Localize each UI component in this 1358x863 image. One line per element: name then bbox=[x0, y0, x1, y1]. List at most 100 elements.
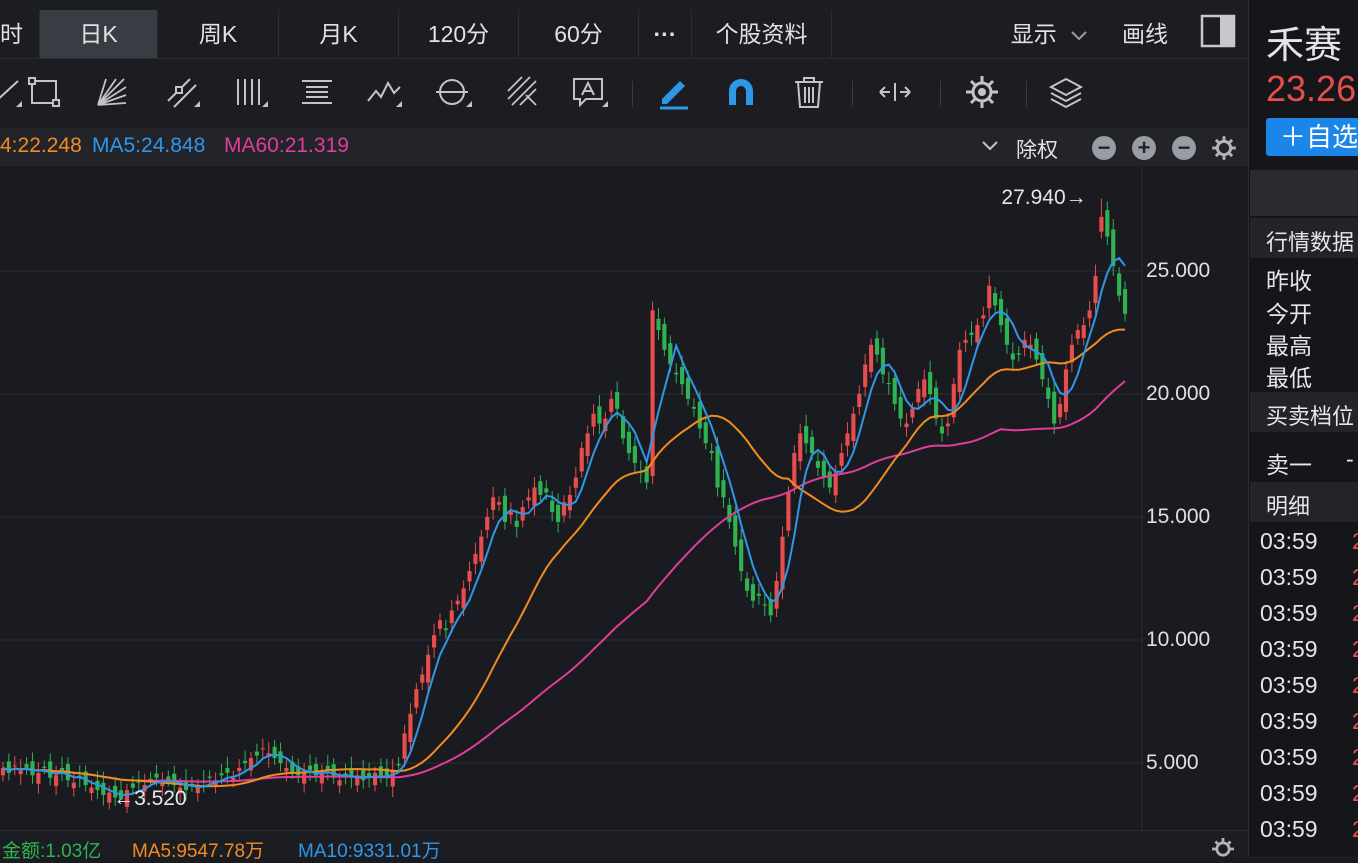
panel-tab-strip[interactable] bbox=[1250, 170, 1358, 216]
fan-icon[interactable] bbox=[92, 73, 130, 111]
candle-body bbox=[1016, 353, 1021, 355]
zoom-out-icon[interactable]: − bbox=[1092, 136, 1116, 160]
candle-body bbox=[591, 413, 596, 427]
candlestick bbox=[874, 330, 880, 363]
parallel-line-icon[interactable] bbox=[162, 73, 200, 111]
trade-price: 2 bbox=[1352, 636, 1358, 663]
candle-body bbox=[420, 674, 425, 683]
settings-icon[interactable] bbox=[963, 73, 1001, 111]
wave-icon[interactable] bbox=[366, 73, 404, 111]
candlestick bbox=[863, 354, 868, 397]
layout-panel-icon[interactable] bbox=[1200, 14, 1236, 48]
chart-settings-icon[interactable] bbox=[1210, 134, 1238, 162]
candlestick bbox=[969, 321, 974, 346]
candle-body bbox=[845, 433, 850, 446]
segment-icon[interactable] bbox=[0, 73, 26, 111]
candle-body bbox=[756, 593, 761, 596]
candle-body bbox=[1046, 387, 1051, 399]
candle-body bbox=[745, 578, 750, 591]
high-label: 最高 bbox=[1266, 333, 1312, 359]
candle-body bbox=[703, 422, 708, 444]
chevron-down-icon[interactable] bbox=[980, 138, 1000, 154]
candlestick bbox=[561, 495, 567, 523]
tab-120-min[interactable]: 120分 bbox=[399, 10, 519, 58]
candle-body bbox=[455, 600, 460, 605]
candlestick bbox=[302, 763, 307, 793]
ma-orange-line bbox=[2, 328, 1125, 788]
candle-body bbox=[443, 628, 448, 631]
tab-timeshare[interactable]: 时 bbox=[0, 10, 40, 58]
detail-section-title: 明细 bbox=[1266, 494, 1311, 519]
candle-body bbox=[396, 764, 401, 766]
trade-price: 2 bbox=[1352, 564, 1358, 591]
candle-body bbox=[302, 772, 307, 784]
candlestick bbox=[1069, 334, 1074, 373]
drawing-toolbar bbox=[0, 59, 1248, 127]
candlestick bbox=[313, 757, 319, 783]
candle-body bbox=[680, 367, 685, 385]
draw-line-button[interactable]: 画线 bbox=[1105, 10, 1185, 58]
add-to-watchlist-button[interactable]: ＋自选 bbox=[1266, 118, 1358, 156]
candlestick bbox=[904, 413, 909, 437]
horizontal-move-icon[interactable] bbox=[876, 73, 914, 111]
candle-body bbox=[337, 780, 342, 786]
candle-body bbox=[662, 323, 667, 350]
price-tick-label: 25.000 bbox=[1146, 259, 1211, 282]
chevron-down-icon bbox=[1071, 31, 1087, 41]
layers-icon[interactable] bbox=[1047, 73, 1085, 111]
candlestick bbox=[414, 683, 419, 714]
tab-stock-profile[interactable]: 个股资料 bbox=[692, 10, 832, 58]
cycle-icon[interactable] bbox=[434, 73, 472, 111]
tab-month-k[interactable]: 月K bbox=[279, 10, 399, 58]
candle-body bbox=[1058, 403, 1063, 418]
more-tabs-button[interactable]: ··· bbox=[639, 10, 692, 58]
candle-body bbox=[1105, 210, 1110, 237]
candle-body bbox=[12, 765, 17, 767]
candlestick bbox=[502, 487, 508, 530]
magnet-icon[interactable] bbox=[722, 73, 760, 111]
candlestick bbox=[6, 753, 11, 781]
candlestick bbox=[372, 766, 378, 792]
candle-body bbox=[195, 787, 200, 794]
candlestick bbox=[827, 465, 832, 494]
candle-body bbox=[863, 364, 868, 387]
tab-60-min[interactable]: 60分 bbox=[519, 10, 639, 58]
tab-week-k[interactable]: 周K bbox=[158, 10, 279, 58]
last-price: 23.26 bbox=[1266, 68, 1357, 109]
candle-body bbox=[709, 451, 714, 454]
sell1-value: - bbox=[1346, 446, 1354, 472]
candlestick bbox=[361, 759, 366, 789]
candle-body bbox=[1093, 275, 1098, 304]
candle-body bbox=[449, 610, 454, 624]
candle-body bbox=[243, 760, 248, 763]
candle-body bbox=[154, 773, 159, 778]
display-dropdown[interactable]: 显示 bbox=[1000, 10, 1100, 58]
exright-dropdown[interactable]: 除权 bbox=[1016, 134, 1058, 164]
candlestick bbox=[296, 758, 301, 783]
rectangle-icon[interactable] bbox=[24, 73, 62, 111]
kline-chart[interactable] bbox=[0, 166, 1248, 830]
tab-day-k[interactable]: 日K bbox=[40, 10, 158, 58]
volume-settings-icon[interactable] bbox=[1210, 836, 1236, 862]
candlestick bbox=[272, 739, 277, 765]
volume-ma5: MA5:9547.78万 bbox=[132, 841, 265, 862]
gann-icon[interactable] bbox=[502, 73, 540, 111]
collapse-icon[interactable]: − bbox=[1172, 136, 1196, 160]
candlestick bbox=[880, 338, 885, 384]
zoom-in-icon[interactable]: + bbox=[1132, 136, 1156, 160]
annotation-icon[interactable] bbox=[570, 73, 608, 111]
candlestick bbox=[1016, 346, 1021, 362]
candlestick bbox=[420, 666, 425, 691]
text-lines-icon[interactable] bbox=[298, 73, 336, 111]
vertical-lines-icon[interactable] bbox=[232, 73, 270, 111]
candle-body bbox=[1063, 369, 1069, 412]
pen-icon[interactable] bbox=[654, 73, 692, 111]
candle-body bbox=[237, 767, 242, 772]
candlestick bbox=[1081, 317, 1086, 346]
open-label: 今开 bbox=[1266, 301, 1312, 327]
candle-body bbox=[272, 746, 277, 759]
candlestick bbox=[1034, 332, 1039, 366]
candle-body bbox=[402, 733, 407, 759]
trash-icon[interactable] bbox=[790, 73, 828, 111]
candle-body bbox=[432, 635, 437, 648]
